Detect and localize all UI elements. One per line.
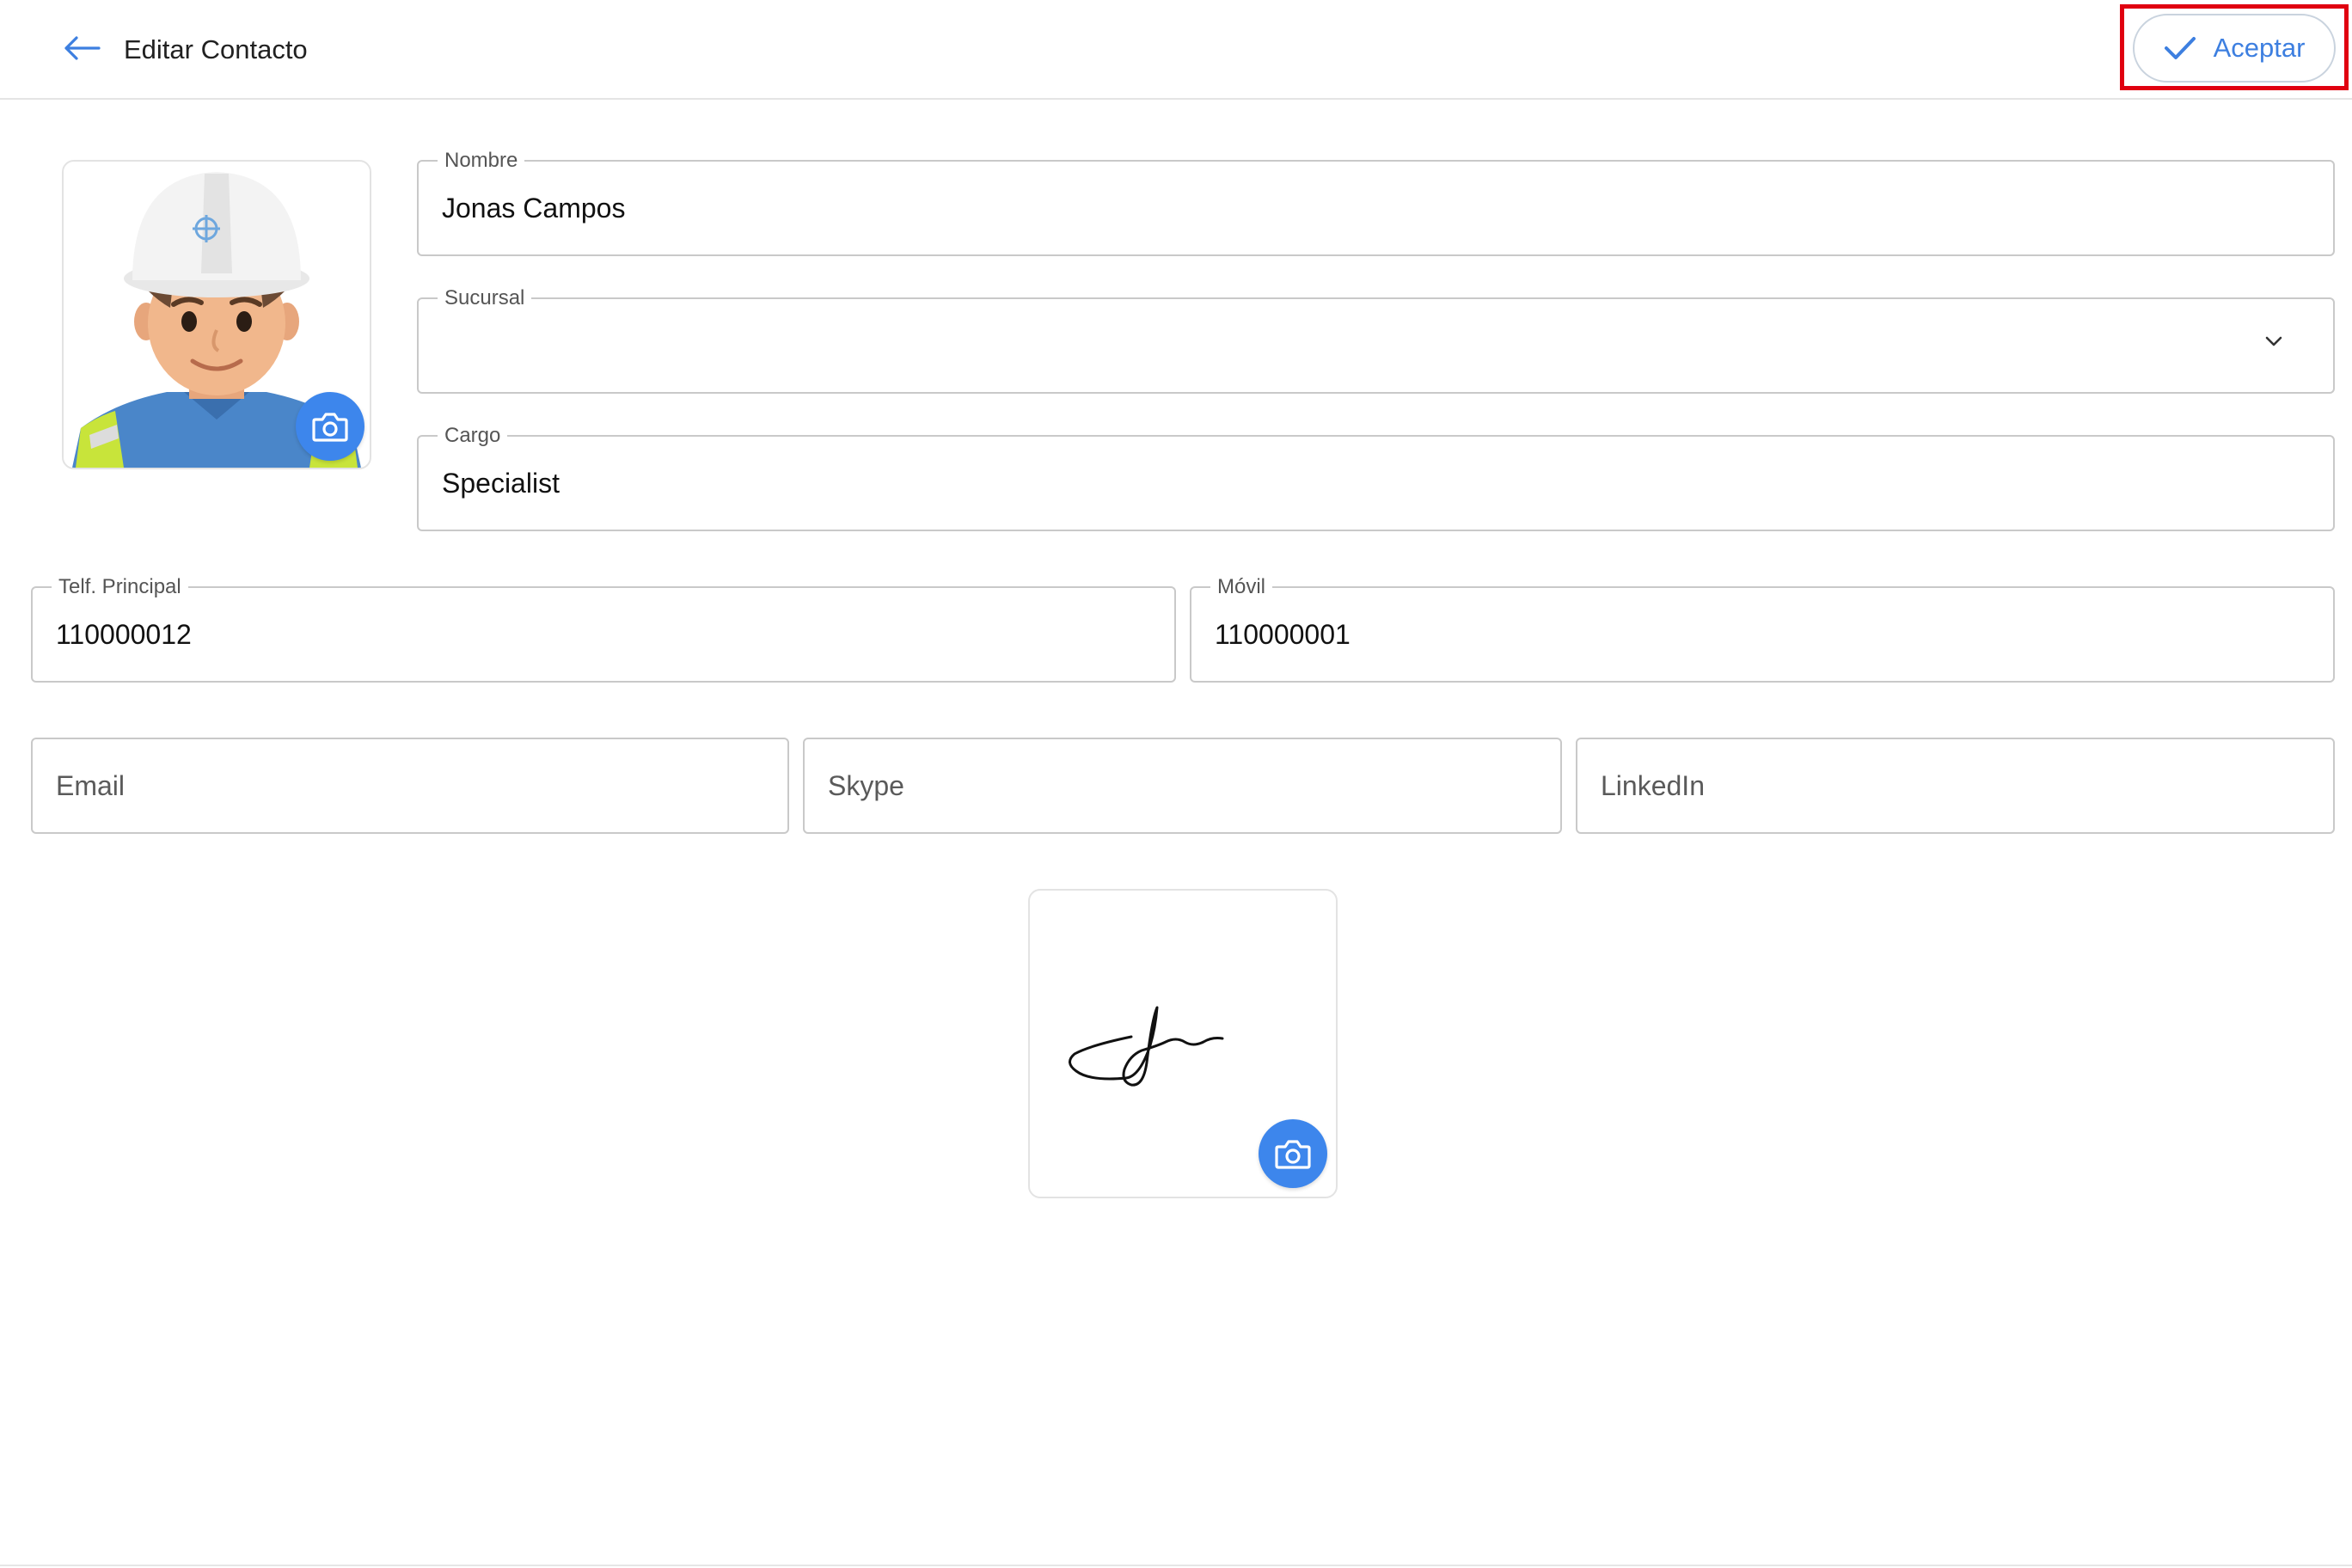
skype-placeholder: Skype — [828, 770, 904, 801]
nombre-field[interactable]: Nombre Jonas Campos — [417, 149, 2335, 256]
linkedin-placeholder: LinkedIn — [1601, 770, 1705, 801]
sucursal-label: Sucursal — [438, 286, 532, 310]
avatar-card — [62, 160, 371, 469]
cargo-value: Specialist — [442, 468, 560, 499]
telf-principal-value: 110000012 — [56, 619, 192, 650]
page-title: Editar Contacto — [124, 34, 308, 64]
accept-button[interactable]: Aceptar — [2133, 14, 2336, 83]
avatar-camera-button[interactable] — [296, 392, 364, 461]
email-field[interactable]: Email — [31, 738, 789, 834]
skype-field[interactable]: Skype — [803, 738, 1562, 834]
movil-field[interactable]: Móvil 110000001 — [1190, 575, 2335, 683]
camera-icon — [312, 413, 348, 442]
arrow-left-icon — [64, 36, 101, 60]
check-icon — [2164, 37, 2196, 59]
nombre-value: Jonas Campos — [442, 193, 626, 224]
telf-principal-field[interactable]: Telf. Principal 110000012 — [31, 575, 1176, 683]
top-bar: Editar Contacto Aceptar — [0, 0, 2352, 100]
sucursal-select[interactable]: Sucursal — [417, 286, 2335, 394]
signature-camera-button[interactable] — [1259, 1119, 1327, 1188]
signature-card — [1028, 889, 1338, 1198]
movil-value: 110000001 — [1215, 619, 1351, 650]
cargo-field[interactable]: Cargo Specialist — [417, 424, 2335, 531]
accept-button-label: Aceptar — [2213, 33, 2306, 63]
back-button[interactable] — [60, 31, 103, 65]
camera-icon — [1275, 1140, 1311, 1169]
bottom-divider — [0, 1565, 2352, 1566]
email-placeholder: Email — [56, 770, 126, 801]
linkedin-field[interactable]: LinkedIn — [1576, 738, 2335, 834]
chevron-down-icon — [2265, 336, 2282, 346]
